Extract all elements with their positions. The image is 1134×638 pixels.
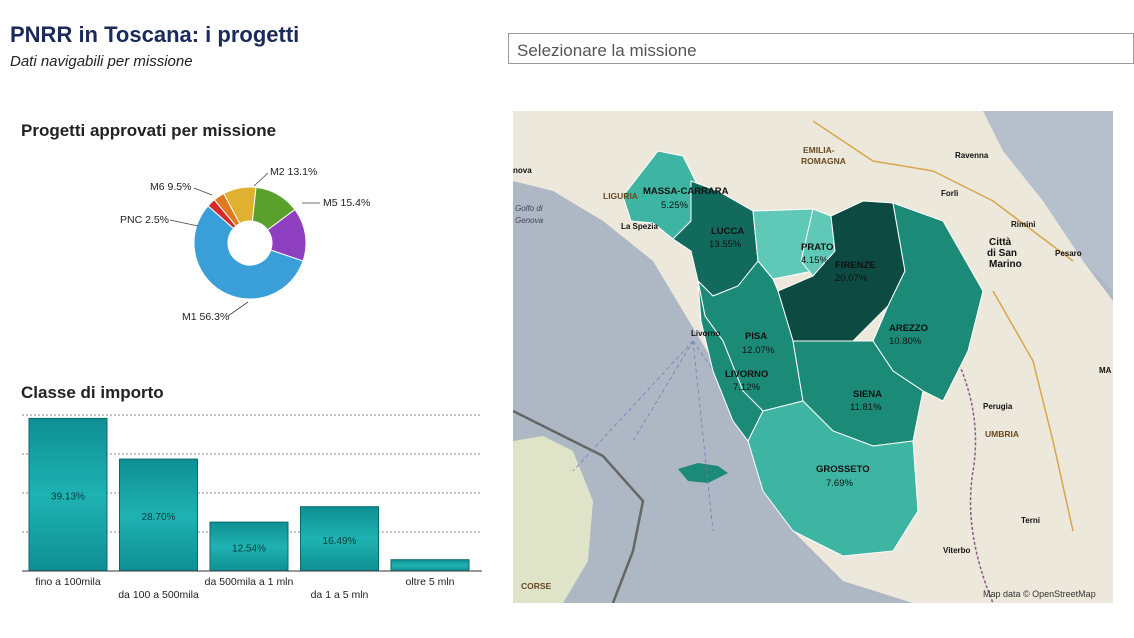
province-label: GROSSETO — [816, 464, 870, 475]
mission-select-value: Selezionare la missione — [517, 41, 697, 60]
map-place-label: Rimini — [1011, 220, 1035, 229]
amount-class-bar-chart: 39.13% fino a 100mila 28.70% da 100 a 500mi… — [22, 414, 482, 601]
province-value: 5.25% — [661, 200, 688, 211]
bar-category-label: da 1 a 5 mln — [311, 589, 369, 601]
province-label: LIVORNO — [725, 369, 768, 380]
bar-value-label: 16.49% — [323, 536, 357, 547]
province-value: 7.12% — [733, 382, 760, 393]
bar-value-label: 28.70% — [142, 512, 176, 523]
page-subtitle: Dati navigabili per missione — [10, 53, 193, 70]
pie-chart-title: Progetti approvati per missione — [21, 121, 277, 140]
pie-leader-line — [193, 187, 213, 196]
map-place-label: La Spezia — [621, 222, 658, 231]
province-value: 20.07% — [835, 273, 868, 284]
mission-select[interactable]: Selezionare la missione — [508, 33, 1134, 64]
pie-label: M2 13.1% — [270, 166, 317, 178]
pie-leader-line — [253, 172, 269, 187]
province-label: LUCCA — [711, 226, 744, 237]
province-value: 4.15% — [801, 255, 828, 266]
map-place-label: ROMAGNA — [801, 156, 846, 166]
map-place-label: di San — [987, 248, 1017, 259]
province-value: 12.07% — [742, 345, 775, 356]
bar-value-label: 39.13% — [51, 492, 85, 503]
province-label: PRATO — [801, 242, 833, 253]
bar-chart-title: Classe di importo — [21, 383, 164, 402]
map-place-label: Forlì — [941, 189, 958, 198]
province-label: FIRENZE — [835, 260, 876, 271]
map-place-label: Perugia — [983, 402, 1013, 411]
bar-category-label: da 500mila a 1 mln — [205, 576, 294, 588]
province-label: AREZZO — [889, 323, 928, 334]
mission-pie-chart: M1 56.3% M2 13.1% M5 15.4% M6 9.5% PNC 2.5% — [120, 166, 370, 323]
map-place-label: CORSE — [521, 581, 552, 591]
map-place-label: Livorno — [691, 329, 720, 338]
bar[interactable] — [390, 559, 470, 572]
bar-value-label: 12.54% — [232, 544, 266, 555]
map-place-label: Pesaro — [1055, 249, 1082, 258]
province-label: MASSA-CARRARA — [643, 186, 729, 197]
map-place-label: LIGURIA — [603, 191, 638, 201]
province-value: 11.81% — [850, 402, 882, 413]
province-value: 7.69% — [826, 478, 853, 489]
map-canvas[interactable]: MASSA-CARRARA 5.25% LUCCA 13.55% PRATO 4… — [513, 111, 1113, 603]
map-place-label: Golfo di — [515, 204, 543, 213]
province-label: SIENA — [853, 389, 882, 400]
pie-leader-line — [169, 219, 199, 227]
province-value: 10.80% — [889, 336, 922, 347]
map-place-label: EMILIA- — [803, 145, 835, 155]
map-place-label: Terni — [1021, 516, 1040, 525]
map-place-label: MA — [1099, 366, 1112, 375]
tuscany-map[interactable]: MASSA-CARRARA 5.25% LUCCA 13.55% PRATO 4… — [513, 111, 1113, 603]
map-place-label: Marino — [989, 259, 1022, 270]
province-value: 13.55% — [709, 239, 742, 250]
pie-label: M6 9.5% — [150, 181, 191, 193]
map-place-label: Genova — [515, 216, 544, 225]
map-attribution[interactable]: Map data © OpenStreetMap — [983, 589, 1096, 599]
page-title: PNRR in Toscana: i progetti — [10, 22, 300, 47]
province-label: PISA — [745, 331, 767, 342]
pie-label: M5 15.4% — [323, 197, 370, 209]
pie-leader-line — [227, 301, 249, 317]
map-place-label: nova — [513, 166, 532, 175]
bar-category-label: fino a 100mila — [35, 576, 101, 588]
bar-category-label: da 100 a 500mila — [118, 589, 199, 601]
bar-category-label: oltre 5 mln — [405, 576, 454, 588]
pie-label: M1 56.3% — [182, 311, 229, 323]
map-place-label: Ravenna — [955, 151, 989, 160]
map-place-label: Viterbo — [943, 546, 971, 555]
map-place-label: Città — [989, 237, 1012, 248]
map-place-label: UMBRIA — [985, 429, 1019, 439]
pie-label: PNC 2.5% — [120, 214, 169, 226]
